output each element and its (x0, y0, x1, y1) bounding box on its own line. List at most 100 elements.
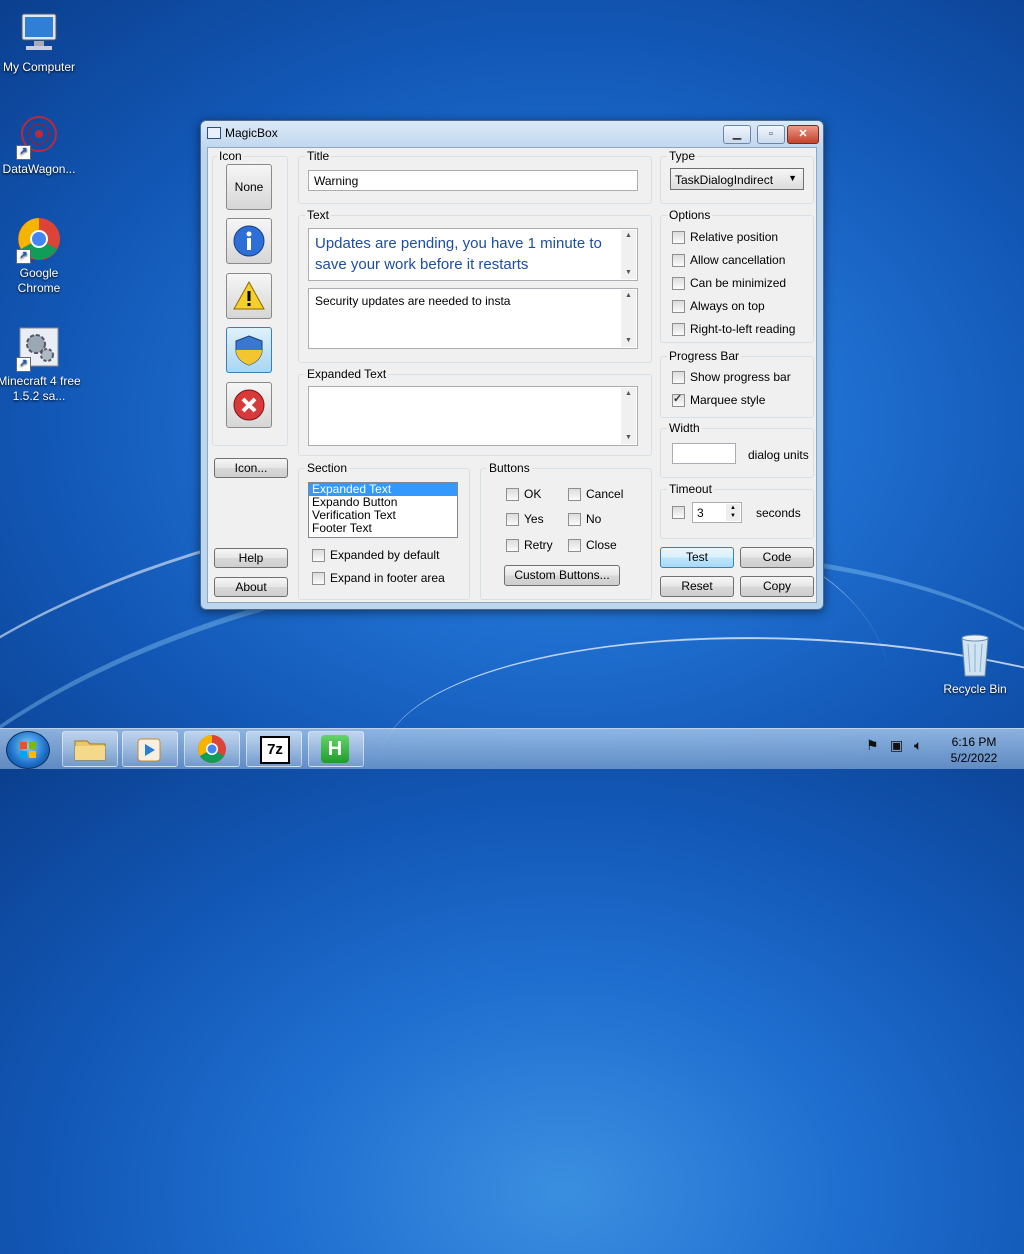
app-window-icon (207, 127, 221, 139)
datawagon-icon: ↗ (16, 112, 62, 160)
icon-error-button[interactable] (226, 382, 272, 428)
expanded-by-default-checkbox[interactable]: Expanded by default (312, 548, 439, 562)
expanded-text-textarea[interactable]: ▲ ▼ (308, 386, 638, 446)
relative-position-checkbox[interactable]: Relative position (672, 230, 778, 244)
desktop-icon-google-chrome[interactable]: ↗ Google Chrome (0, 216, 81, 296)
code-button[interactable]: Code (740, 547, 814, 568)
minimize-button[interactable]: ▁ (723, 125, 751, 144)
taskbar-explorer[interactable] (62, 731, 118, 767)
spin-down-icon[interactable]: ▼ (726, 512, 740, 521)
reset-label: Reset (681, 579, 713, 593)
retry-checkbox[interactable]: Retry (506, 538, 553, 552)
content-textarea[interactable]: Security updates are needed to insta ▲ ▼ (308, 288, 638, 349)
width-input[interactable] (672, 443, 736, 464)
right-to-left-checkbox[interactable]: Right-to-left reading (672, 322, 795, 336)
desktop-icon-label: Recycle Bin (943, 682, 1007, 696)
checkbox-label: Retry (524, 538, 553, 552)
volume-icon[interactable]: 🔈︎ (914, 737, 922, 754)
copy-button[interactable]: Copy (740, 576, 814, 597)
computer-icon (16, 10, 62, 56)
progress-bar-group: Progress Bar (660, 349, 814, 418)
chrome-icon: ↗ (16, 216, 62, 264)
timeout-spinner[interactable]: 3 ▲ ▼ (692, 502, 742, 523)
checkbox-label: Show progress bar (690, 370, 791, 384)
icon-shield-button[interactable] (226, 327, 272, 373)
desktop-icon-recycle-bin[interactable]: Recycle Bin (933, 632, 1017, 697)
copy-label: Copy (762, 579, 791, 593)
taskbar-media-player[interactable] (122, 731, 178, 767)
gears-icon: ↗ (16, 324, 62, 372)
main-instruction-textarea[interactable]: Updates are pending, you have 1 minute t… (308, 228, 638, 281)
options-group-label: Options (667, 208, 713, 222)
timeout-units-label: seconds (756, 506, 801, 520)
network-icon[interactable]: ▣ (890, 737, 903, 754)
close-button[interactable]: ✕ (787, 125, 819, 144)
section-list-item[interactable]: Footer Text (309, 522, 457, 535)
desktop-icon-label: My Computer (2, 60, 76, 74)
text-group-label: Text (305, 208, 332, 222)
title-bar[interactable]: MagicBox ▁ ▫ ✕ (201, 121, 823, 147)
icon-info-button[interactable] (226, 218, 272, 264)
action-center-flag-icon[interactable]: ⚑ (866, 737, 879, 754)
shortcut-arrow-icon: ↗ (16, 249, 31, 264)
icon-browse-button[interactable]: Icon... (214, 458, 288, 478)
expanded-text-scrollbar[interactable]: ▲ ▼ (621, 388, 636, 444)
icon-warning-button[interactable] (226, 273, 272, 319)
taskbar-7zip[interactable]: 7z (246, 731, 302, 767)
h-app-icon: H (321, 735, 349, 763)
allow-cancellation-checkbox[interactable]: Allow cancellation (672, 253, 785, 267)
checkbox-box (506, 487, 519, 501)
taskbar-h-app[interactable]: H (308, 731, 364, 767)
section-listbox[interactable]: Expanded Text Expando Button Verificatio… (308, 482, 458, 538)
start-button[interactable] (6, 731, 50, 769)
chrome-icon (198, 735, 226, 763)
expanded-text-group-label: Expanded Text (305, 367, 389, 381)
7zip-icon: 7z (260, 736, 290, 764)
custom-buttons-button[interactable]: Custom Buttons... (504, 565, 620, 586)
timeout-value: 3 (697, 506, 704, 520)
can-be-minimized-checkbox[interactable]: Can be minimized (672, 276, 786, 290)
timeout-checkbox[interactable] (672, 506, 690, 519)
test-button[interactable]: Test (660, 547, 734, 568)
show-progress-bar-checkbox[interactable]: Show progress bar (672, 370, 791, 384)
help-button[interactable]: Help (214, 548, 288, 568)
checkbox-box (506, 512, 519, 526)
folder-icon (74, 740, 106, 761)
icon-none-button[interactable]: None (226, 164, 272, 210)
checkbox-box (672, 506, 685, 519)
no-checkbox[interactable]: No (568, 512, 601, 526)
windows-logo-icon (20, 742, 36, 758)
checkbox-box (672, 253, 685, 267)
main-instruction-text: Updates are pending, you have 1 minute t… (315, 235, 602, 273)
cancel-checkbox[interactable]: Cancel (568, 487, 623, 501)
checkbox-label: Close (586, 538, 617, 552)
type-dropdown[interactable]: TaskDialogIndirect ▼ (670, 168, 804, 190)
maximize-button[interactable]: ▫ (757, 125, 785, 144)
desktop-icon-datawagon[interactable]: ↗ DataWagon... (0, 112, 81, 177)
desktop-icon-label: Google Chrome (17, 266, 61, 295)
desktop-icon-my-computer[interactable]: My Computer (0, 10, 81, 75)
taskbar-chrome[interactable] (184, 731, 240, 767)
reset-button[interactable]: Reset (660, 576, 734, 597)
always-on-top-checkbox[interactable]: Always on top (672, 299, 765, 313)
yes-checkbox[interactable]: Yes (506, 512, 544, 526)
main-instruction-scrollbar[interactable]: ▲ ▼ (621, 230, 636, 279)
checkbox-label: Cancel (586, 487, 624, 501)
ok-checkbox[interactable]: OK (506, 487, 541, 501)
checkbox-label: No (586, 512, 602, 526)
content-scrollbar[interactable]: ▲ ▼ (621, 290, 636, 347)
expand-in-footer-checkbox[interactable]: Expand in footer area (312, 571, 445, 585)
marquee-style-checkbox[interactable]: Marquee style (672, 392, 766, 407)
title-input[interactable]: Warning (308, 170, 638, 191)
shield-icon (235, 335, 263, 366)
content-text: Security updates are needed to insta (315, 294, 511, 308)
taskbar-clock[interactable]: 6:16 PM 5/2/2022 (934, 734, 1014, 766)
checkbox-box (568, 512, 581, 526)
close-checkbox[interactable]: Close (568, 538, 617, 552)
checkbox-label: Marquee style (690, 393, 766, 407)
about-button[interactable]: About (214, 577, 288, 597)
error-icon (233, 389, 265, 421)
desktop-icon-minecraft[interactable]: ↗ Minecraft 4 free 1.5.2 sa... (0, 324, 81, 404)
checkbox-label: OK (524, 487, 542, 501)
checkbox-label: Yes (524, 512, 544, 526)
